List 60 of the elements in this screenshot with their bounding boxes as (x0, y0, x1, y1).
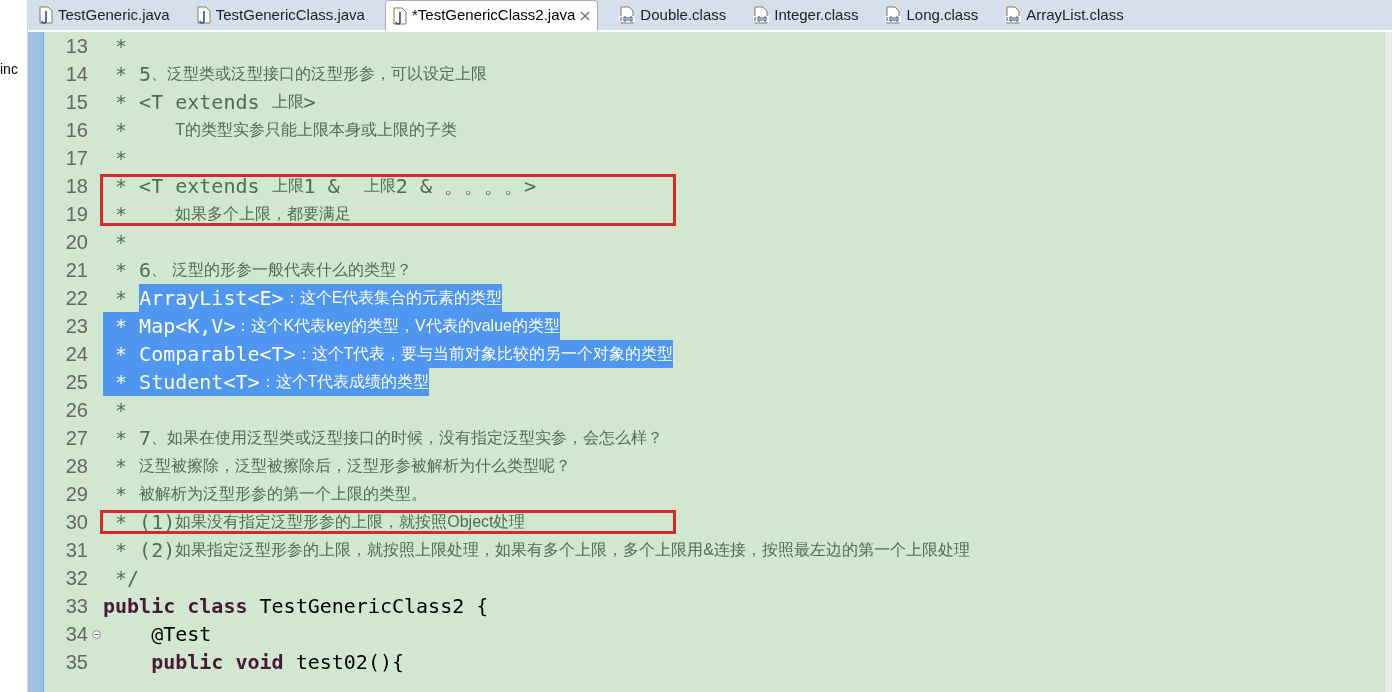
code-line: * 如果多个上限，都要满足 (114, 201, 352, 228)
editor-tab[interactable]: Integer.class (746, 0, 865, 30)
java-file-icon (38, 6, 54, 24)
line-number: 26 (65, 399, 88, 421)
code-line: @Test (150, 621, 212, 648)
line-number: 29 (65, 483, 88, 505)
line-number: 30 (65, 511, 88, 533)
line-number: 33 (65, 595, 88, 617)
editor-tab[interactable]: TestGeneric.java (32, 0, 176, 30)
line-number: 24 (65, 343, 88, 365)
editor-tab[interactable]: *TestGenericClass2.java (384, 0, 599, 30)
line-number: 28 (65, 455, 88, 477)
tab-label: *TestGenericClass2.java (411, 5, 576, 26)
line-number: 31 (65, 539, 88, 561)
code-line: * 被解析为泛型形参的第一个上限的类型。 (114, 481, 428, 508)
code-line: * (114, 397, 128, 424)
tab-label: Integer.class (774, 4, 859, 25)
tab-label: TestGenericClass.java (215, 4, 365, 25)
line-number: 20 (65, 231, 88, 253)
line-number: 22 (65, 287, 88, 309)
tab-label: Long.class (906, 4, 979, 25)
code-line: * (114, 145, 128, 172)
close-icon[interactable] (579, 9, 592, 22)
code-line: * 泛型被擦除，泛型被擦除后，泛型形参被解析为什么类型呢？ (114, 453, 572, 480)
code-line: public void test02(){ (150, 649, 405, 676)
line-number: 27 (65, 427, 88, 449)
line-number: 32 (65, 567, 88, 589)
editor-tab[interactable]: Double.class (612, 0, 733, 30)
tab-label: Double.class (640, 4, 727, 25)
line-number: 25 (65, 371, 88, 393)
line-number: 18 (65, 175, 88, 197)
line-number: 34 (65, 623, 88, 645)
code-line: * (114, 33, 128, 60)
editor-tab[interactable]: Long.class (878, 0, 985, 30)
line-number: 17 (65, 147, 88, 169)
class-file-icon (618, 6, 637, 24)
java-file-icon (391, 6, 408, 25)
line-number: 16 (65, 119, 88, 141)
code-line: */ (114, 565, 140, 592)
tab-label: TestGeneric.java (58, 4, 170, 25)
class-file-icon (884, 6, 903, 24)
scroll-bar[interactable] (1384, 32, 1392, 692)
line-number: 15 (65, 91, 88, 113)
line-number: 13 (65, 35, 88, 57)
code-line: * T的类型实参只能上限本身或上限的子类 (114, 117, 458, 144)
code-line: * (114, 229, 128, 256)
line-number: 21 (65, 259, 88, 281)
panel-label: inc (0, 62, 19, 76)
class-file-icon (1004, 6, 1023, 24)
class-file-icon (752, 6, 771, 24)
line-number: 14 (65, 63, 88, 85)
editor-tab[interactable]: ArrayList.class (998, 0, 1130, 30)
line-number: 19 (65, 203, 88, 225)
line-number: 35 (65, 651, 88, 673)
code-line: public class TestGenericClass2 { (103, 593, 489, 620)
editor-tab[interactable]: TestGenericClass.java (189, 0, 371, 30)
tab-label: ArrayList.class (1026, 4, 1124, 25)
line-number: 23 (65, 315, 88, 337)
java-file-icon (195, 6, 212, 24)
fold-icon[interactable] (92, 629, 101, 639)
